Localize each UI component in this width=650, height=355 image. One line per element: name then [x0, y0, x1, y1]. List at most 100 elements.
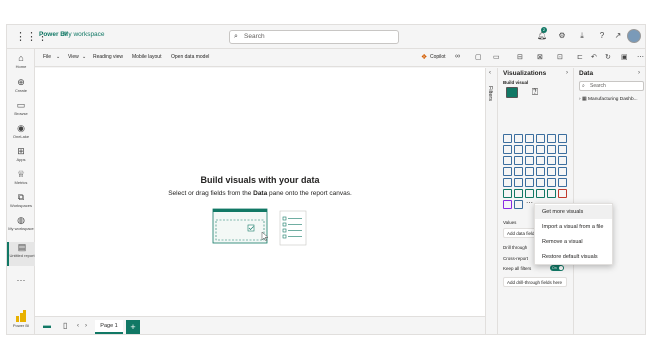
map-icon[interactable] — [558, 156, 567, 165]
treemap-icon[interactable] — [547, 156, 556, 165]
filled-map-icon[interactable] — [503, 167, 512, 176]
shapes-icon[interactable]: ⊏ — [577, 53, 583, 61]
power-automate-icon[interactable] — [503, 200, 512, 209]
smart-narrative-icon[interactable] — [536, 189, 545, 198]
more-options-icon[interactable]: ⋯ — [637, 53, 644, 61]
more-visuals-icon[interactable]: ⋯ — [526, 199, 533, 207]
copilot-button[interactable]: Copilot — [430, 54, 446, 60]
nav-onelake[interactable]: ◉ OneLake — [7, 123, 35, 139]
nav-workspaces[interactable]: ⧉ Workspaces — [7, 192, 35, 208]
reading-view-button[interactable]: Reading view — [93, 54, 123, 60]
line-column-chart-icon[interactable] — [536, 145, 545, 154]
kpi-icon[interactable] — [503, 178, 512, 187]
nav-my-workspace[interactable]: ◍ My workspace — [7, 215, 35, 231]
slicer-icon[interactable] — [514, 178, 523, 187]
view-menu[interactable]: View — [68, 54, 79, 60]
nav-browse[interactable]: ▭ Browse — [7, 100, 35, 116]
mobile-layout-icon[interactable]: ▯ — [63, 321, 67, 330]
data-table-item[interactable]: › ▦ Manufacturing Dashb... — [579, 96, 638, 102]
refresh-icon[interactable]: ↻ — [605, 53, 611, 61]
pie-chart-icon[interactable] — [525, 156, 534, 165]
comment-icon[interactable]: ▢ — [475, 53, 482, 61]
nav-metrics[interactable]: ♕ Metrics — [7, 169, 35, 185]
remove-visual-item[interactable]: Remove a visual — [535, 235, 612, 249]
apps-icon: ⊞ — [17, 146, 25, 156]
build-visual-tab[interactable] — [506, 87, 518, 98]
nav-label: My workspace — [8, 226, 34, 231]
view-icon[interactable]: ▭ — [493, 53, 500, 61]
add-page-button[interactable]: + — [126, 320, 140, 334]
data-search-input[interactable]: ⌕ Search — [579, 81, 644, 91]
gauge-icon[interactable] — [536, 167, 545, 176]
format-visual-tab[interactable]: ⍰ — [532, 87, 544, 98]
shape-map-icon[interactable] — [514, 167, 523, 176]
nav-home[interactable]: ⌂ Home — [7, 53, 35, 69]
chevron-right-icon[interactable]: › — [638, 70, 640, 76]
key-influencers-icon[interactable] — [503, 189, 512, 198]
python-visual-icon[interactable] — [558, 178, 567, 187]
page-navigator: ▬ ▯ ‹ › Page 1 + — [35, 316, 485, 334]
paginated-report-icon[interactable] — [547, 189, 556, 198]
chevron-left-icon[interactable]: ‹ — [489, 70, 491, 76]
decomposition-tree-icon[interactable] — [514, 189, 523, 198]
100-column-chart-icon[interactable] — [558, 134, 567, 143]
clustered-column-chart-icon[interactable] — [536, 134, 545, 143]
avatar[interactable] — [627, 29, 641, 43]
stacked-bar-chart-icon[interactable] — [503, 134, 512, 143]
visual-icon[interactable]: ⊟ — [517, 53, 523, 61]
report-canvas[interactable]: Build visuals with your data Select or d… — [35, 68, 485, 316]
open-data-model-button[interactable]: Open data model — [171, 54, 209, 60]
share-icon[interactable]: ↗ — [613, 31, 623, 40]
page-tab[interactable]: Page 1 — [95, 320, 123, 334]
qa-icon[interactable] — [525, 189, 534, 198]
nav-more[interactable]: ··· — [7, 275, 35, 285]
power-apps-icon[interactable] — [558, 189, 567, 198]
textbox-icon[interactable]: ⊠ — [537, 53, 543, 61]
matrix-icon[interactable] — [536, 178, 545, 187]
azure-map-icon[interactable] — [525, 167, 534, 176]
save-icon[interactable]: ▣ — [621, 53, 628, 61]
nav-create[interactable]: ⊕ Create — [7, 77, 35, 93]
filters-pane-collapsed[interactable]: ‹ Filters — [485, 68, 497, 334]
chevron-right-icon[interactable]: › — [566, 70, 568, 76]
line-chart-icon[interactable] — [503, 145, 512, 154]
file-menu[interactable]: File — [43, 54, 51, 60]
help-icon[interactable]: ? — [597, 31, 607, 40]
scatter-chart-icon[interactable] — [514, 156, 523, 165]
buttons-icon[interactable]: ⊡ — [557, 53, 563, 61]
nav-apps[interactable]: ⊞ Apps — [7, 146, 35, 162]
download-icon[interactable]: ⤓ — [577, 31, 587, 41]
filters-label[interactable]: Filters — [487, 86, 493, 101]
import-visual-item[interactable]: Import a visual from a file — [535, 220, 612, 234]
powerbi-logo[interactable]: Power BI — [9, 308, 33, 332]
clustered-bar-chart-icon[interactable] — [525, 134, 534, 143]
add-drill-through-well[interactable]: Add drill-through fields here — [503, 277, 567, 287]
nav-untitled-report[interactable]: ▤ Untitled report — [7, 242, 35, 266]
funnel-chart-icon[interactable] — [503, 156, 512, 165]
chevron-left-icon[interactable]: ‹ — [77, 323, 79, 329]
multi-row-card-icon[interactable] — [558, 167, 567, 176]
stacked-area-chart-icon[interactable] — [525, 145, 534, 154]
stacked-column-chart-icon[interactable] — [514, 134, 523, 143]
workspace-breadcrumb[interactable]: My workspace — [63, 31, 105, 38]
settings-icon[interactable]: ⚙ — [557, 31, 567, 40]
r-visual-icon[interactable] — [547, 178, 556, 187]
arcgis-icon[interactable] — [514, 200, 523, 209]
waterfall-chart-icon[interactable] — [558, 145, 567, 154]
card-icon[interactable] — [547, 167, 556, 176]
app-launcher-icon[interactable]: ⋮⋮⋮ — [15, 31, 48, 43]
donut-chart-icon[interactable] — [536, 156, 545, 165]
restore-default-visuals-item[interactable]: Restore default visuals — [535, 250, 612, 264]
ribbon-chart-icon[interactable] — [547, 145, 556, 154]
table-icon[interactable] — [525, 178, 534, 187]
undo-icon[interactable]: ↶ — [591, 53, 597, 61]
search-input[interactable]: ⌕ Search — [229, 30, 399, 44]
get-more-visuals-item[interactable]: Get more visuals — [535, 205, 612, 219]
keep-all-filters-toggle[interactable]: On — [550, 265, 564, 271]
binoculars-icon[interactable]: ∞ — [455, 53, 460, 60]
desktop-layout-icon[interactable]: ▬ — [43, 321, 51, 330]
100-bar-chart-icon[interactable] — [547, 134, 556, 143]
area-chart-icon[interactable] — [514, 145, 523, 154]
mobile-layout-button[interactable]: Mobile layout — [132, 54, 161, 60]
chevron-right-icon[interactable]: › — [85, 323, 87, 329]
